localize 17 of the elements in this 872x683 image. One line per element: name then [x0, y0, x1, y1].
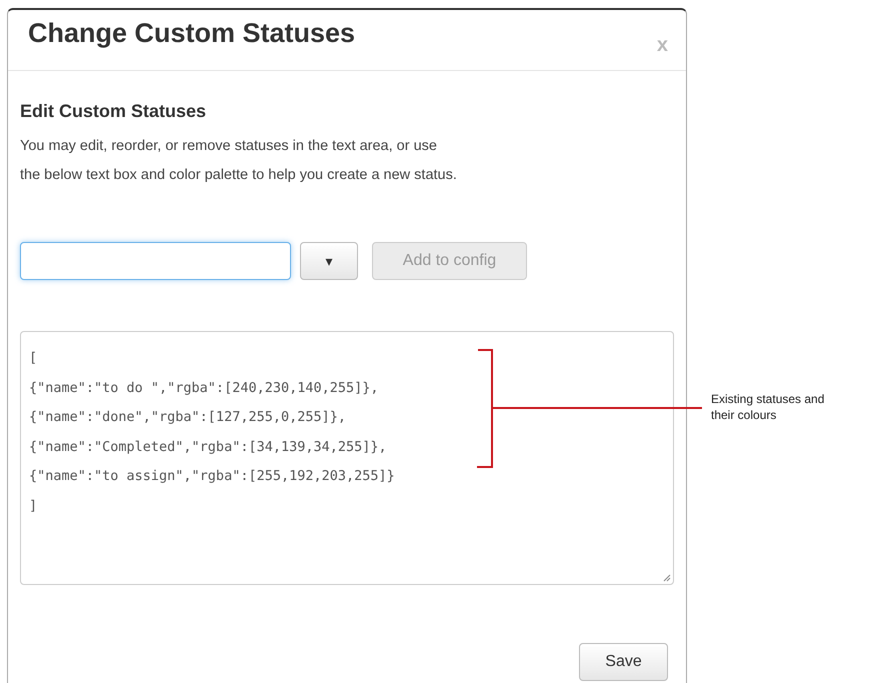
- save-button[interactable]: Save: [579, 643, 668, 681]
- annotation-text: Existing statuses and: [711, 391, 824, 407]
- config-text-area[interactable]: [ {"name":"to do ","rgba":[240,230,140,255]}, {"name":"done","rgba":[127,255,0,255]}, {"name":"Completed","rgba":[34,139,34,255]}, {"name":"to assign","rgba":[255,192,203,255]} ]: [20, 331, 674, 585]
- code-line: {"name":"to assign","rgba":[255,192,203,255]}: [29, 467, 395, 486]
- code-line: [: [29, 349, 38, 368]
- color-dropdown-button[interactable]: ▾: [300, 242, 358, 280]
- code-line: {"name":"Completed","rgba":[34,139,34,255]},: [29, 438, 387, 456]
- resize-grip-icon[interactable]: [663, 574, 671, 582]
- description-text: You may edit, reorder, or remove statuses in the text area, or use: [20, 137, 438, 156]
- annotation-text: their colours: [711, 407, 778, 423]
- section-heading: Edit Custom Statuses: [20, 101, 208, 122]
- code-line: {"name":"to do ","rgba":[240,230,140,255]},: [29, 378, 378, 398]
- description-text: the below text box and color palette to help you create a new status.: [20, 166, 458, 185]
- status-name-field[interactable]: [20, 242, 291, 280]
- code-line: {"name":"done","rgba":[127,255,0,255]},: [29, 408, 346, 427]
- dialog-title: Change Custom Statuses: [28, 18, 356, 49]
- code-line: ]: [29, 496, 38, 516]
